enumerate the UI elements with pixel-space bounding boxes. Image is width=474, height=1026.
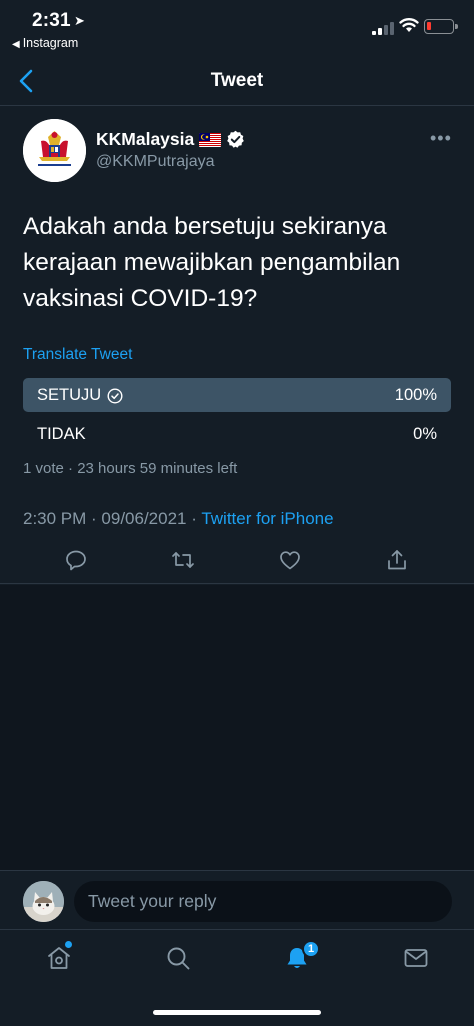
more-options-icon[interactable]: ••• [430,128,452,149]
author-display-name: KKMalaysia [96,129,195,149]
poll-option: TIDAK 0% [23,417,451,451]
kkm-crest-logo [23,119,86,182]
tweet-timestamp: 2:30 PM · 09/06/2021 · Twitter for iPhon… [23,509,334,529]
like-heart-icon[interactable] [278,548,302,572]
verified-badge-icon [227,130,245,148]
translate-tweet-link[interactable]: Translate Tweet [23,346,132,364]
tweet-text: Adakah anda bersetuju sekiranya kerajaan… [23,213,401,312]
tab-home-icon[interactable] [46,945,72,971]
nav-header: Tweet [0,56,474,106]
tweet-actions-bar [0,538,474,584]
back-app-label: Instagram [22,36,79,50]
poll-option-percent: 100% [394,386,437,404]
status-bar: 2:31 ➤ ◀ Instagram [0,0,474,56]
home-indicator [153,1010,321,1015]
malaysia-flag-icon [199,132,222,147]
poll-option: SETUJU 100% [23,378,451,412]
author-avatar[interactable] [23,119,86,182]
wifi-icon [399,18,419,32]
cellular-signal-icon [372,22,394,35]
notifications-badge: 1 [302,940,320,958]
user-avatar[interactable] [23,881,64,922]
reply-input[interactable] [74,881,452,922]
tab-messages-mail-icon[interactable] [403,945,429,971]
author-name-row[interactable]: KKMalaysia [96,129,245,150]
poll-option-label: SETUJU [37,386,102,404]
poll-option-percent: 0% [413,425,437,443]
timestamp-text: 2:30 PM · 09/06/2021 · [23,509,202,528]
retweet-icon[interactable] [171,548,195,572]
status-time: 2:31 [32,10,71,31]
selected-check-icon [107,387,123,404]
location-arrow-icon: ➤ [74,13,85,28]
poll-option-label: TIDAK [37,425,86,443]
empty-replies-area [0,585,474,870]
back-to-app-link[interactable]: ◀ Instagram [12,36,78,50]
battery-icon [424,19,458,34]
back-triangle-icon: ◀ [12,39,20,50]
reply-icon[interactable] [64,548,88,572]
author-handle[interactable]: @KKMPutrajaya [96,153,215,171]
cat-avatar-image [23,881,64,922]
poll-meta: 1 vote · 23 hours 59 minutes left [23,460,238,477]
new-content-dot [65,941,72,948]
tab-search-icon[interactable] [165,945,191,971]
tweet-source-link[interactable]: Twitter for iPhone [201,509,333,528]
reply-bar [0,870,474,930]
page-title: Tweet [210,70,264,91]
share-icon[interactable] [385,548,409,572]
